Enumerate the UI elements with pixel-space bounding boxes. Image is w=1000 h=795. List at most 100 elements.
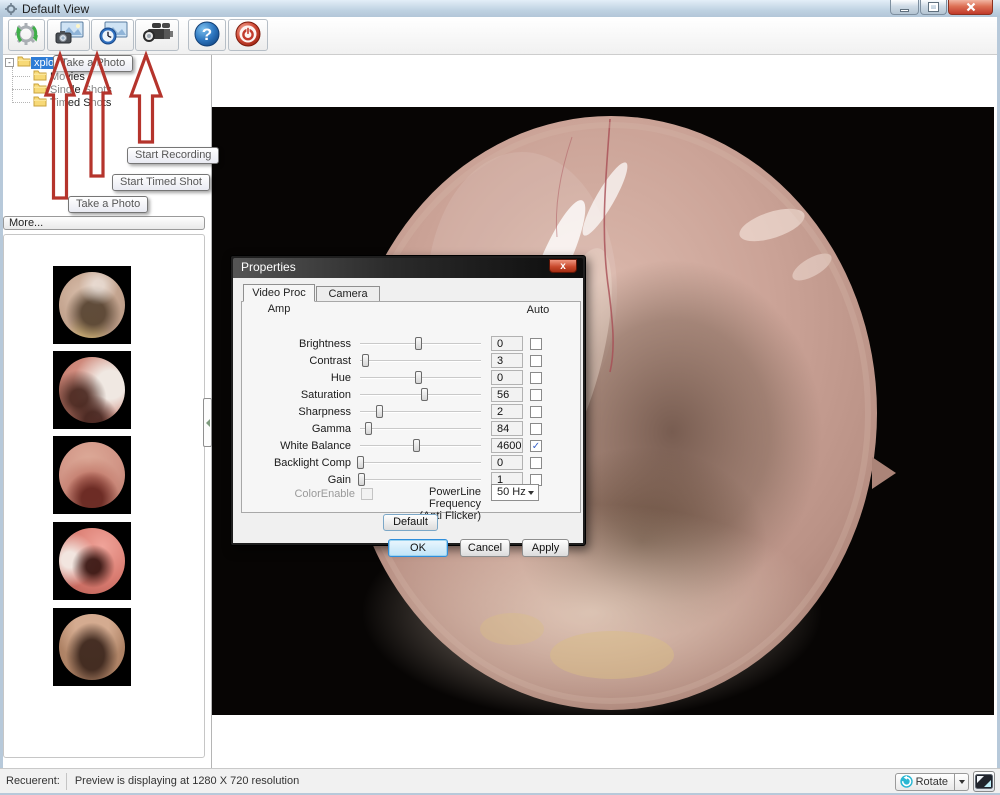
minimize-button[interactable] (890, 0, 919, 15)
photo-camera-icon (54, 21, 84, 50)
maximize-button[interactable] (920, 0, 947, 15)
tab-video-proc-amp[interactable]: Video Proc Amp (243, 284, 315, 302)
slider-label: Contrast (233, 354, 351, 368)
auto-column-header: Auto (525, 304, 551, 316)
tree-collapse-icon[interactable]: - (5, 58, 14, 67)
slider-track[interactable] (360, 479, 481, 481)
status-right-group: Rotate (895, 771, 995, 792)
nasal-cavity-thumbnail[interactable] (53, 522, 131, 600)
powerline-frequency-select[interactable]: 50 Hz (491, 484, 539, 501)
default-button[interactable]: Default (383, 514, 438, 531)
cancel-button[interactable]: Cancel (460, 539, 510, 557)
rotate-dropdown-button[interactable] (955, 773, 969, 791)
tooltip-take-a-photo: Take a Photo (68, 196, 148, 213)
slider-value-box[interactable]: 3 (491, 353, 523, 368)
slider-value-box[interactable]: 4600 (491, 438, 523, 453)
dialog-titlebar[interactable]: Properties x (233, 258, 583, 278)
slider-value-box[interactable]: 84 (491, 421, 523, 436)
auto-checkbox[interactable] (530, 372, 542, 384)
auto-checkbox[interactable] (530, 389, 542, 401)
slider-thumb[interactable] (357, 456, 364, 469)
folder-icon (17, 55, 31, 70)
rotate-label: Rotate (916, 776, 948, 788)
svg-text:?: ? (202, 25, 212, 44)
slider-track[interactable] (360, 343, 481, 345)
auto-checkbox[interactable] (530, 355, 542, 367)
slider-row-backlight-comp: Backlight Comp 0 (233, 456, 573, 470)
tree-item-timed-shots[interactable]: Timed Shots (33, 96, 114, 109)
throat-thumbnail[interactable] (53, 608, 131, 686)
help-button[interactable]: ? (188, 19, 226, 51)
window-titlebar[interactable]: Default View (0, 0, 1000, 17)
slider-track[interactable] (360, 360, 481, 362)
tree-root-row[interactable]: - xplo (5, 56, 57, 69)
auto-checkbox[interactable] (530, 406, 542, 418)
slider-value-box[interactable]: 0 (491, 336, 523, 351)
dialog-body: Video Proc Amp Camera Control Auto Brigh… (233, 278, 583, 543)
display-toggle-button[interactable] (973, 771, 995, 792)
slider-track[interactable] (360, 394, 481, 396)
endoscopic-image (59, 357, 125, 423)
application-window: Default View ? - xplo Movies Single Shot… (0, 0, 1000, 795)
tab-camera-control[interactable]: Camera Control (316, 286, 380, 302)
slider-label: Saturation (233, 388, 351, 402)
slider-label: Backlight Comp (233, 456, 351, 470)
slider-thumb[interactable] (415, 371, 422, 384)
slider-value-box[interactable]: 56 (491, 387, 523, 402)
slider-track[interactable] (360, 428, 481, 430)
settings-button[interactable] (8, 19, 45, 51)
power-button[interactable] (228, 19, 268, 51)
tree-connector (12, 89, 30, 90)
close-icon (966, 2, 976, 12)
slider-track[interactable] (360, 445, 481, 447)
status-separator (66, 773, 67, 790)
nasal-passage-thumbnail[interactable] (53, 351, 131, 429)
larynx-thumbnail[interactable] (53, 436, 131, 514)
status-message: Preview is displaying at 1280 X 720 reso… (75, 775, 299, 787)
slider-label: Sharpness (233, 405, 351, 419)
display-icon (975, 774, 993, 789)
window-controls (889, 0, 993, 15)
slider-thumb[interactable] (415, 337, 422, 350)
status-bar: Recuerent: Preview is displaying at 1280… (0, 768, 1000, 793)
auto-checkbox[interactable]: ✓ (530, 440, 542, 452)
slider-thumb[interactable] (365, 422, 372, 435)
slider-value-box[interactable]: 2 (491, 404, 523, 419)
slider-label: Gamma (233, 422, 351, 436)
endoscopic-image (59, 614, 125, 680)
slider-thumb[interactable] (376, 405, 383, 418)
auto-checkbox[interactable] (530, 338, 542, 350)
timed-shot-button[interactable] (91, 19, 134, 51)
take-photo-button[interactable] (47, 19, 90, 51)
dialog-close-button[interactable]: x (549, 259, 577, 273)
slider-label: Brightness (233, 337, 351, 351)
more-button[interactable]: More... (3, 216, 205, 230)
ok-button[interactable]: OK (388, 539, 448, 557)
ear-canal-thumbnail[interactable] (53, 266, 131, 344)
endoscopic-image (59, 528, 125, 594)
video-camera-icon (140, 21, 174, 50)
thumbnail-panel (3, 234, 205, 758)
chevron-down-icon (528, 491, 534, 495)
slider-thumb[interactable] (421, 388, 428, 401)
slider-track[interactable] (360, 411, 481, 413)
slider-thumb[interactable] (362, 354, 369, 367)
auto-checkbox[interactable] (530, 423, 542, 435)
slider-value-box[interactable]: 0 (491, 370, 523, 385)
auto-checkbox[interactable] (530, 457, 542, 469)
color-enable-checkbox[interactable] (361, 488, 373, 500)
close-window-button[interactable] (948, 0, 993, 15)
slider-track[interactable] (360, 462, 481, 464)
slider-thumb[interactable] (358, 473, 365, 486)
folder-icon (33, 95, 47, 110)
record-button[interactable] (135, 19, 179, 51)
slider-row-contrast: Contrast 3 (233, 354, 573, 368)
slider-track[interactable] (360, 377, 481, 379)
slider-value-box[interactable]: 0 (491, 455, 523, 470)
apply-button[interactable]: Apply (522, 539, 569, 557)
panel-collapse-handle[interactable] (203, 398, 212, 447)
rotate-button[interactable]: Rotate (895, 773, 955, 791)
slider-thumb[interactable] (413, 439, 420, 452)
power-icon (235, 21, 261, 50)
slider-row-sharpness: Sharpness 2 (233, 405, 573, 419)
